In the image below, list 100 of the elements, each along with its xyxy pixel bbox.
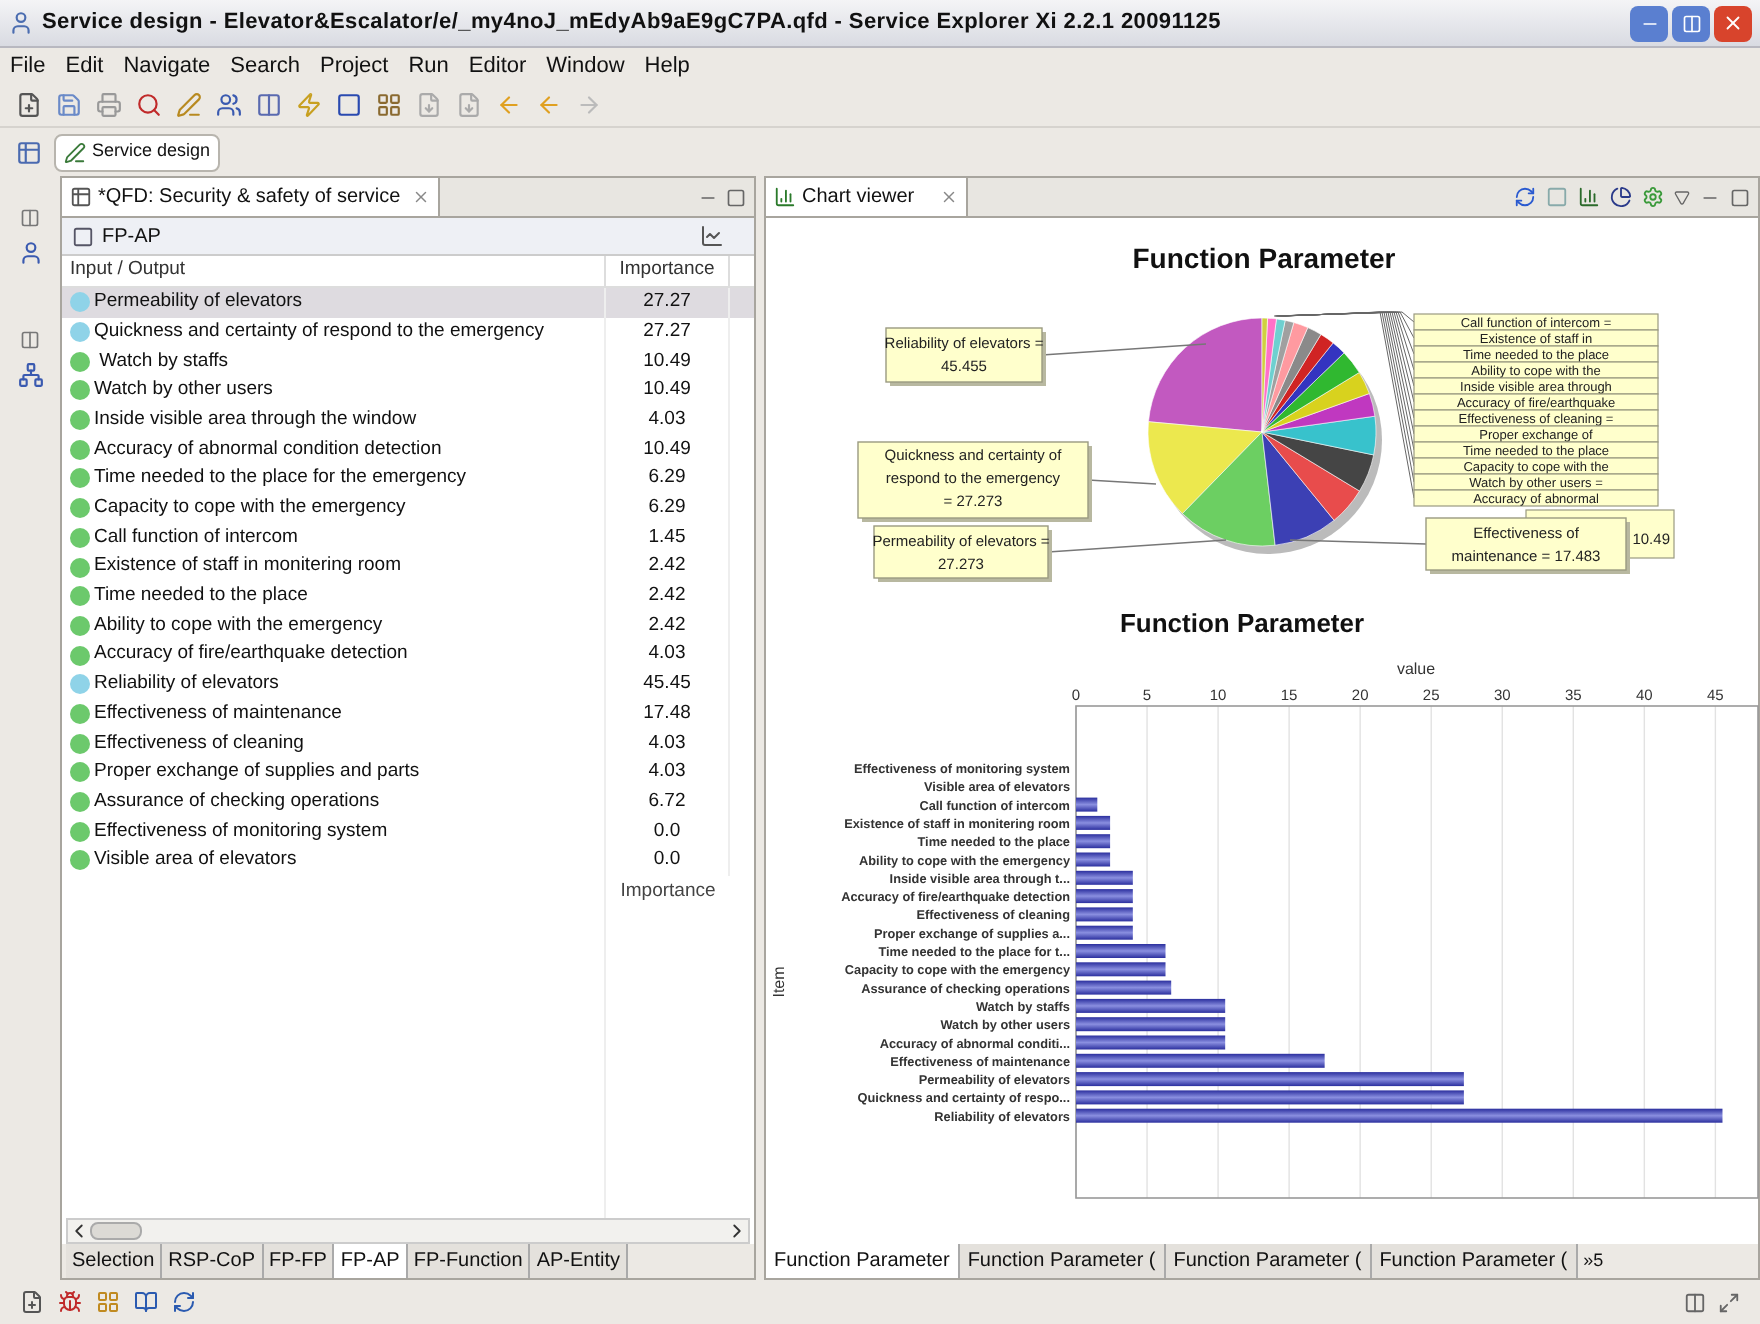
restore-icon: [1681, 13, 1701, 33]
save-icon[interactable]: [56, 92, 82, 118]
bar: [1076, 889, 1133, 904]
table-cell-text: Effectiveness of maintenance: [94, 699, 342, 728]
sheet-tab[interactable]: FP-Function: [407, 1244, 531, 1278]
table-row[interactable]: Permeability of elevators 27.27: [62, 288, 754, 318]
close-icon: [1722, 12, 1744, 34]
table-row[interactable]: Quickness and certainty of respond to the emergency 27.27: [62, 317, 754, 347]
close-button[interactable]: [1714, 5, 1752, 41]
bar: [1076, 925, 1133, 940]
table-cell-text: Assurance of checking operations: [94, 787, 380, 816]
table-icon[interactable]: [16, 139, 42, 165]
sheet-tab[interactable]: RSP-CoP: [162, 1244, 263, 1278]
restore-icon[interactable]: [20, 208, 40, 228]
pie-chart-icon[interactable]: [1610, 186, 1632, 208]
table-cell: 4.03: [648, 729, 686, 758]
sheet-tab[interactable]: FP-AP: [334, 1244, 408, 1278]
table-cell: Importance: [620, 877, 716, 906]
chart-tab[interactable]: Function Parameter (: [1165, 1244, 1372, 1278]
table-cell: 2.42: [648, 582, 686, 611]
table-cell: 4.03: [648, 758, 686, 787]
tab-overflow[interactable]: »5: [1577, 1244, 1610, 1278]
bar: [1076, 907, 1133, 922]
search-icon[interactable]: [136, 92, 162, 118]
table-cell: Accuracy of abnormal condition detection: [94, 435, 442, 464]
scrollbar-thumb[interactable]: [90, 1222, 142, 1240]
editor-tab[interactable]: *QFD: Security & safety of service: [62, 178, 441, 216]
people-icon[interactable]: [216, 92, 242, 118]
menu-item[interactable]: Window: [546, 49, 625, 83]
menu-item[interactable]: Edit: [65, 49, 104, 83]
table-cell-text: 4.03: [648, 405, 686, 434]
table-cell-text: 6.29: [648, 464, 686, 493]
new-file-icon[interactable]: [16, 92, 42, 118]
menu-item[interactable]: Project: [319, 49, 389, 83]
horizontal-scrollbar[interactable]: [66, 1218, 750, 1244]
tree-icon[interactable]: [17, 362, 43, 388]
table-cell: 10.49: [643, 435, 691, 464]
table-cell-text: 4.03: [648, 640, 686, 669]
window-title: Service design - Elevator&Escalator/e/_my4noJ_mEdyAb9aE9gC7PA.qfd - Service Explorer Xi 2.2.1 20091125: [42, 8, 1221, 39]
close-icon[interactable]: [412, 188, 431, 206]
table-cell-text: Watch by staffs: [97, 347, 229, 376]
table-cell: 1.45: [648, 523, 686, 552]
menu-item[interactable]: Search: [230, 49, 300, 83]
chart-icon[interactable]: [700, 224, 724, 248]
table-cell-text: Visible area of elevators: [94, 846, 297, 875]
sheet-tab[interactable]: Selection: [66, 1244, 163, 1278]
perspective-button[interactable]: Service design: [54, 133, 221, 171]
grid-icon[interactable]: [376, 92, 402, 118]
table-cell-text: 0.0: [653, 846, 681, 875]
table-cell-text: 6.72: [648, 787, 686, 816]
dropdown-icon[interactable]: [1674, 189, 1690, 205]
pen-icon: [64, 141, 86, 163]
leader-line: [1087, 479, 1157, 485]
menu-item[interactable]: Help: [644, 49, 690, 83]
bug-icon[interactable]: [58, 1290, 82, 1314]
menu-item[interactable]: Navigate: [123, 49, 211, 83]
table-cell: 10.49: [643, 347, 691, 376]
menu-item[interactable]: Run: [408, 49, 449, 83]
column-header[interactable]: Input / Output: [62, 256, 606, 286]
maximize-icon[interactable]: [1718, 1291, 1740, 1313]
bar: [1076, 852, 1111, 867]
menu-item[interactable]: Editor: [468, 49, 527, 83]
axis-title: Item: [770, 966, 788, 998]
close-icon[interactable]: [940, 188, 959, 206]
menu-item[interactable]: File: [10, 49, 46, 83]
table-cell: Permeability of elevators: [94, 288, 303, 317]
sheet-tab[interactable]: AP-Entity: [530, 1244, 628, 1278]
chart-tab[interactable]: Function Parameter (: [959, 1244, 1166, 1278]
table-icon: [70, 186, 92, 208]
column-header[interactable]: Importance: [606, 256, 730, 286]
square-icon[interactable]: [336, 92, 362, 118]
table-cell-text: Inside visible area through the window: [94, 405, 417, 434]
chart-title: Function Parameter: [1119, 608, 1365, 638]
table-cell-text: Ability to cope with the emergency: [94, 611, 383, 640]
new-file-icon[interactable]: [20, 1290, 44, 1314]
person-icon[interactable]: [17, 240, 43, 266]
maximize-icon[interactable]: [1730, 187, 1750, 207]
restore-icon[interactable]: [20, 330, 40, 350]
chart-viewer-tab[interactable]: Chart viewer: [766, 178, 969, 216]
settings-icon[interactable]: [1642, 186, 1664, 208]
grid-icon[interactable]: [96, 1290, 120, 1314]
sheet-tab[interactable]: FP-FP: [263, 1244, 335, 1278]
maximize-icon[interactable]: [726, 187, 746, 207]
table-cell-text: Time needed to the place for the emergency: [94, 464, 467, 493]
pen-icon[interactable]: [176, 92, 202, 118]
leader-line: [1289, 539, 1427, 545]
chart-tab[interactable]: Function Parameter: [766, 1244, 960, 1278]
refresh-icon[interactable]: [172, 1290, 196, 1314]
restore-icon[interactable]: [1684, 1291, 1706, 1313]
columns-icon[interactable]: [256, 92, 282, 118]
minimize-button[interactable]: [1630, 5, 1668, 41]
section-title: FP-AP: [102, 223, 161, 251]
bar: [1076, 815, 1111, 830]
bar-chart-icon[interactable]: [1578, 186, 1600, 208]
restore-button[interactable]: [1672, 5, 1710, 41]
book-icon[interactable]: [134, 1290, 158, 1314]
chart-tab[interactable]: Function Parameter (: [1371, 1244, 1578, 1278]
bar: [1076, 797, 1098, 812]
printer-icon[interactable]: [96, 92, 122, 118]
refresh-icon[interactable]: [1514, 186, 1536, 208]
